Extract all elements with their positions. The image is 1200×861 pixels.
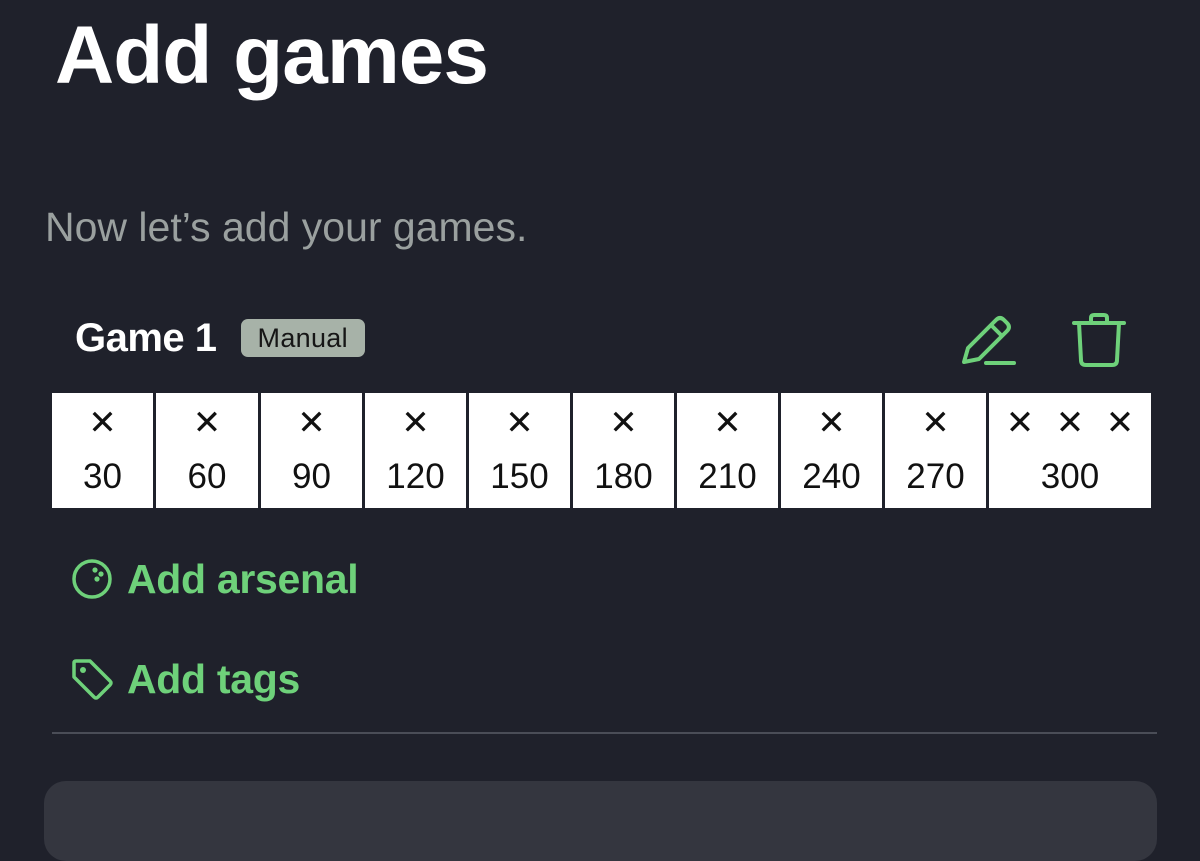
score-frame[interactable]: ✕ 210 xyxy=(677,393,781,508)
strike-mark: ✕ xyxy=(401,403,430,443)
edit-game-button[interactable] xyxy=(955,309,1017,371)
frame-total: 270 xyxy=(906,457,965,496)
bowling-ball-icon xyxy=(72,559,112,599)
add-arsenal-button[interactable]: Add arsenal xyxy=(70,552,359,606)
frame-total: 30 xyxy=(83,457,122,496)
strike-mark: ✕ xyxy=(505,403,534,443)
scorecard: ✕ 30 ✕ 60 ✕ 90 ✕ 120 ✕ 150 ✕ 180 ✕ 210 ✕ 240 ✕ 270 ✕ ✕ ✕ 300 xyxy=(52,393,1151,508)
strike-mark: ✕ xyxy=(713,403,742,443)
score-frame[interactable]: ✕ 90 xyxy=(261,393,365,508)
score-frame[interactable]: ✕ 180 xyxy=(573,393,677,508)
add-arsenal-label: Add arsenal xyxy=(127,555,359,602)
page-subtitle: Now let’s add your games. xyxy=(45,204,528,250)
frame-total: 240 xyxy=(802,457,861,496)
delete-game-button[interactable] xyxy=(1068,309,1130,371)
add-tags-button[interactable]: Add tags xyxy=(70,652,300,706)
strike-mark: ✕ xyxy=(921,403,950,443)
score-frame[interactable]: ✕ 240 xyxy=(781,393,885,508)
score-frame[interactable]: ✕ 150 xyxy=(469,393,573,508)
frame-marks: ✕ xyxy=(365,401,466,445)
score-frame[interactable]: ✕ 270 xyxy=(885,393,989,508)
strike-mark: ✕ xyxy=(192,403,222,443)
frame-total: 210 xyxy=(698,457,757,496)
add-tags-label: Add tags xyxy=(127,655,300,702)
tag-icon xyxy=(72,659,113,700)
frame-total: 90 xyxy=(292,457,331,496)
score-frame[interactable]: ✕ 60 xyxy=(156,393,261,508)
strike-mark: ✕ xyxy=(609,403,638,443)
strike-mark: ✕ xyxy=(297,403,326,443)
page-title: Add games xyxy=(55,10,489,101)
frame-marks: ✕ xyxy=(261,401,362,445)
frame-marks: ✕ xyxy=(781,401,882,445)
frame-marks: ✕ ✕ ✕ xyxy=(989,401,1151,445)
game-name: Game 1 xyxy=(75,315,217,360)
frame-marks: ✕ xyxy=(156,401,258,445)
frame-total: 60 xyxy=(187,457,227,496)
section-divider xyxy=(52,732,1157,734)
frame-total: 300 xyxy=(1040,457,1100,496)
strike-mark: ✕ xyxy=(88,403,117,443)
game-header: Game 1 Manual xyxy=(75,312,365,364)
trash-icon xyxy=(1072,313,1126,367)
frame-marks: ✕ xyxy=(885,401,986,445)
next-game-card[interactable] xyxy=(44,781,1157,861)
entry-mode-badge: Manual xyxy=(240,319,365,357)
frame-total: 180 xyxy=(594,457,653,496)
frame-marks: ✕ xyxy=(469,401,570,445)
score-frame[interactable]: ✕ ✕ ✕ 300 xyxy=(989,393,1151,508)
strike-mark: ✕ xyxy=(817,403,846,443)
score-frame[interactable]: ✕ 30 xyxy=(52,393,156,508)
pencil-icon xyxy=(962,316,1016,365)
strike-mark: ✕ xyxy=(1005,403,1035,443)
frame-total: 120 xyxy=(386,457,445,496)
frame-marks: ✕ xyxy=(573,401,674,445)
score-frame[interactable]: ✕ 120 xyxy=(365,393,469,508)
frame-total: 150 xyxy=(490,457,549,496)
frame-marks: ✕ xyxy=(52,401,153,445)
strike-mark: ✕ xyxy=(1055,403,1085,443)
frame-marks: ✕ xyxy=(677,401,778,445)
strike-mark: ✕ xyxy=(1105,403,1135,443)
